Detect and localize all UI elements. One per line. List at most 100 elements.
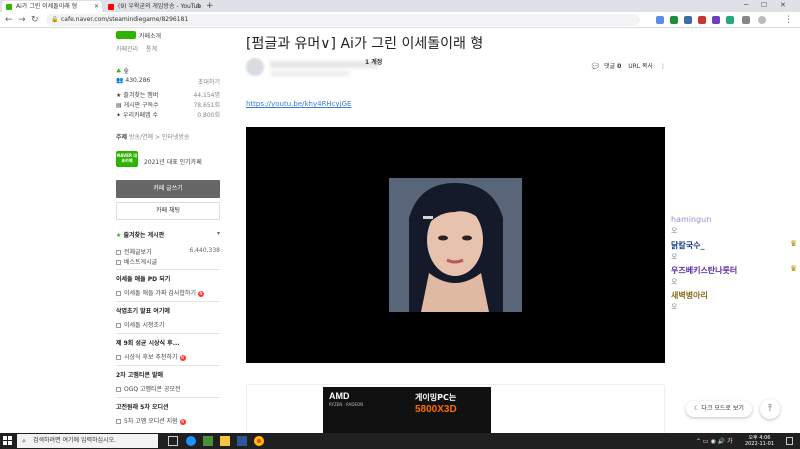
- reload-icon[interactable]: ↻: [31, 13, 39, 27]
- file-explorer-icon[interactable]: [220, 436, 230, 446]
- cafe-intro-link[interactable]: 카페소개: [116, 31, 161, 40]
- minecraft-icon[interactable]: [203, 436, 213, 446]
- system-tray-icons[interactable]: ⌃ ▭ ◉ 🔊 가: [696, 436, 733, 445]
- tab-youtube[interactable]: (9) 우왁굳의 게임방송 - YouTub ✕: [104, 1, 204, 12]
- url-text[interactable]: cafe.naver.com/steamindiegame/8296181: [61, 14, 188, 26]
- stat-row[interactable]: ★ 즐겨찾는 멤버 44,154명: [116, 90, 220, 99]
- more-options-icon[interactable]: ⋮: [660, 63, 666, 70]
- profile-avatar[interactable]: [758, 16, 766, 24]
- taskbar-search[interactable]: ⌕ 검색하려면 여기에 입력하십시오.: [17, 434, 158, 448]
- board-link[interactable]: 이세돌 시청조기: [116, 320, 165, 329]
- favorite-boards-header[interactable]: ★ 즐겨찾는 게시판 ▾: [116, 230, 220, 242]
- close-tab-icon[interactable]: ✕: [94, 1, 99, 12]
- ad-image[interactable]: AMD RYZEN · RADEON 게이밍PC는 5800X3D: [323, 387, 491, 433]
- url-copy-button[interactable]: URL 복사: [628, 63, 653, 70]
- board-icon: [116, 250, 121, 255]
- board-icon: ▤: [116, 102, 122, 109]
- chevron-down-icon[interactable]: ▾: [217, 230, 220, 237]
- ad-product: 5800X3D: [415, 404, 457, 415]
- forward-icon[interactable]: →: [18, 13, 26, 27]
- windows-taskbar: ⌕ 검색하려면 여기에 입력하십시오. ⌃ ▭ ◉ 🔊 가 오후 4:06 20…: [0, 433, 800, 449]
- screenshot: Ai가 그린 이세돌이래 형 ✕ (9) 우왁굳의 게임방송 - YouTub …: [0, 0, 800, 449]
- board-icon: [116, 355, 121, 360]
- chat-message: 오: [671, 227, 678, 235]
- store-icon[interactable]: [237, 436, 247, 446]
- stat-row[interactable]: ▤ 게시판 구독수 78,651회: [116, 100, 220, 109]
- board-icon: [116, 260, 121, 265]
- extension-icon[interactable]: [712, 16, 720, 24]
- menu-icon[interactable]: ⋮: [784, 13, 793, 27]
- board-link[interactable]: OGQ 고멤티콘 공모전: [116, 384, 181, 393]
- scroll-top-button[interactable]: ⤒: [760, 399, 780, 419]
- cafe-logo: [116, 31, 136, 39]
- chat-message: 오: [671, 253, 678, 261]
- stats-link[interactable]: 통계: [146, 46, 157, 53]
- cafe-sidebar: 카페소개 카페관리 통계 ♣ 숲 👥 430,286 초대하기 ★ 즐겨찾는 멤…: [110, 29, 224, 433]
- article: [펌글과 유머∨] Ai가 그린 이세돌이래 형 1 계정 💬 댓글 0 URL …: [246, 29, 666, 433]
- members-icon: 👥: [116, 77, 124, 84]
- chat-username: hamingun: [671, 215, 712, 224]
- stream-chat-overlay: hamingun 오 닭칼국수_ ♛ 오 우즈베키스탄나룻터 ♛ 오 새벽병아리…: [671, 29, 800, 433]
- address-bar[interactable]: 🔒 cafe.naver.com/steamindiegame/8296181: [46, 14, 640, 26]
- search-icon: ⌕: [22, 437, 26, 445]
- youtube-icon: [108, 4, 114, 10]
- chat-badge-icon: ♛: [790, 239, 798, 248]
- tree-icon: ♣: [116, 68, 122, 75]
- close-window-button[interactable]: ✕: [780, 0, 786, 11]
- extension-icon[interactable]: [670, 16, 678, 24]
- edge-icon[interactable]: [186, 436, 196, 446]
- amd-logo: AMD: [329, 391, 350, 401]
- section-title: 제 9회 성균 시상식 후...: [116, 340, 180, 347]
- extension-icon[interactable]: [684, 16, 692, 24]
- invite-link[interactable]: 초대하기: [198, 77, 220, 86]
- chat-username: 닭칼국수_: [671, 241, 705, 250]
- cafe-write-button[interactable]: 카페 글쓰기: [116, 180, 220, 198]
- author-name-blurred: [270, 61, 378, 68]
- extensions-puzzle-icon[interactable]: [742, 16, 750, 24]
- notification-icon[interactable]: [786, 437, 793, 445]
- chat-badge-icon: ♛: [790, 264, 798, 273]
- new-tab-button[interactable]: +: [206, 0, 214, 12]
- divider: [116, 269, 220, 270]
- stat-row[interactable]: ✦ 우리카페앱 수 0,800회: [116, 110, 220, 119]
- cafe-manage-link[interactable]: 카페관리: [116, 46, 138, 53]
- divider: [116, 333, 220, 334]
- clock[interactable]: 오후 4:06 2022-11-01: [745, 435, 774, 447]
- embedded-video[interactable]: [246, 127, 665, 363]
- ad-banner[interactable]: AMD RYZEN · RADEON 게이밍PC는 5800X3D: [246, 384, 665, 433]
- extension-icon[interactable]: [698, 16, 706, 24]
- new-badge: N: [179, 355, 186, 361]
- post-meta-blurred: [270, 71, 350, 76]
- author-avatar[interactable]: [246, 58, 264, 76]
- comment-icon[interactable]: 💬: [592, 63, 599, 70]
- close-tab-icon[interactable]: ✕: [196, 1, 201, 12]
- minimize-button[interactable]: ─: [744, 0, 748, 11]
- cafe-chat-button[interactable]: 카페 채팅: [116, 202, 220, 220]
- board-icon: [116, 291, 121, 296]
- app-icon: ✦: [116, 112, 122, 119]
- board-link[interactable]: 시상식 후보 추천하기 N: [116, 352, 186, 361]
- divider: [116, 301, 220, 302]
- section-title: 이세돌 애들 PD 되기: [116, 276, 171, 283]
- video-thumbnail[interactable]: [389, 178, 522, 312]
- extension-icon[interactable]: [656, 16, 664, 24]
- maximize-button[interactable]: ☐: [761, 0, 767, 11]
- board-link[interactable]: 전체글보기 6,440,338: [116, 247, 220, 256]
- tab-title: (9) 우왁굳의 게임방송 - YouTub: [118, 3, 202, 10]
- board-link[interactable]: 베스트게시글: [116, 257, 157, 266]
- extension-icon[interactable]: [726, 16, 734, 24]
- back-icon[interactable]: ←: [5, 13, 13, 27]
- dark-mode-button[interactable]: ☾ 다크 모드로 보기: [686, 401, 752, 417]
- youtube-link[interactable]: https://youtu.be/khy4RHcyjGE: [246, 100, 351, 108]
- amd-sub: RYZEN · RADEON: [329, 402, 364, 407]
- windows-start-icon[interactable]: [3, 436, 13, 446]
- divider: [116, 365, 220, 366]
- board-link[interactable]: 5차 고멤 오디션 지원 N: [116, 416, 186, 425]
- lock-icon: 🔒: [51, 16, 59, 23]
- chrome-icon[interactable]: [254, 436, 264, 446]
- task-view-icon[interactable]: [168, 436, 178, 446]
- tab-title: Ai가 그린 이세돌이래 형: [16, 3, 78, 10]
- tab-cafe[interactable]: Ai가 그린 이세돌이래 형 ✕: [2, 1, 102, 12]
- comments-label[interactable]: 댓글: [604, 63, 615, 70]
- board-link[interactable]: 이세돌 애들 가짜 감사합하기 N: [116, 288, 204, 297]
